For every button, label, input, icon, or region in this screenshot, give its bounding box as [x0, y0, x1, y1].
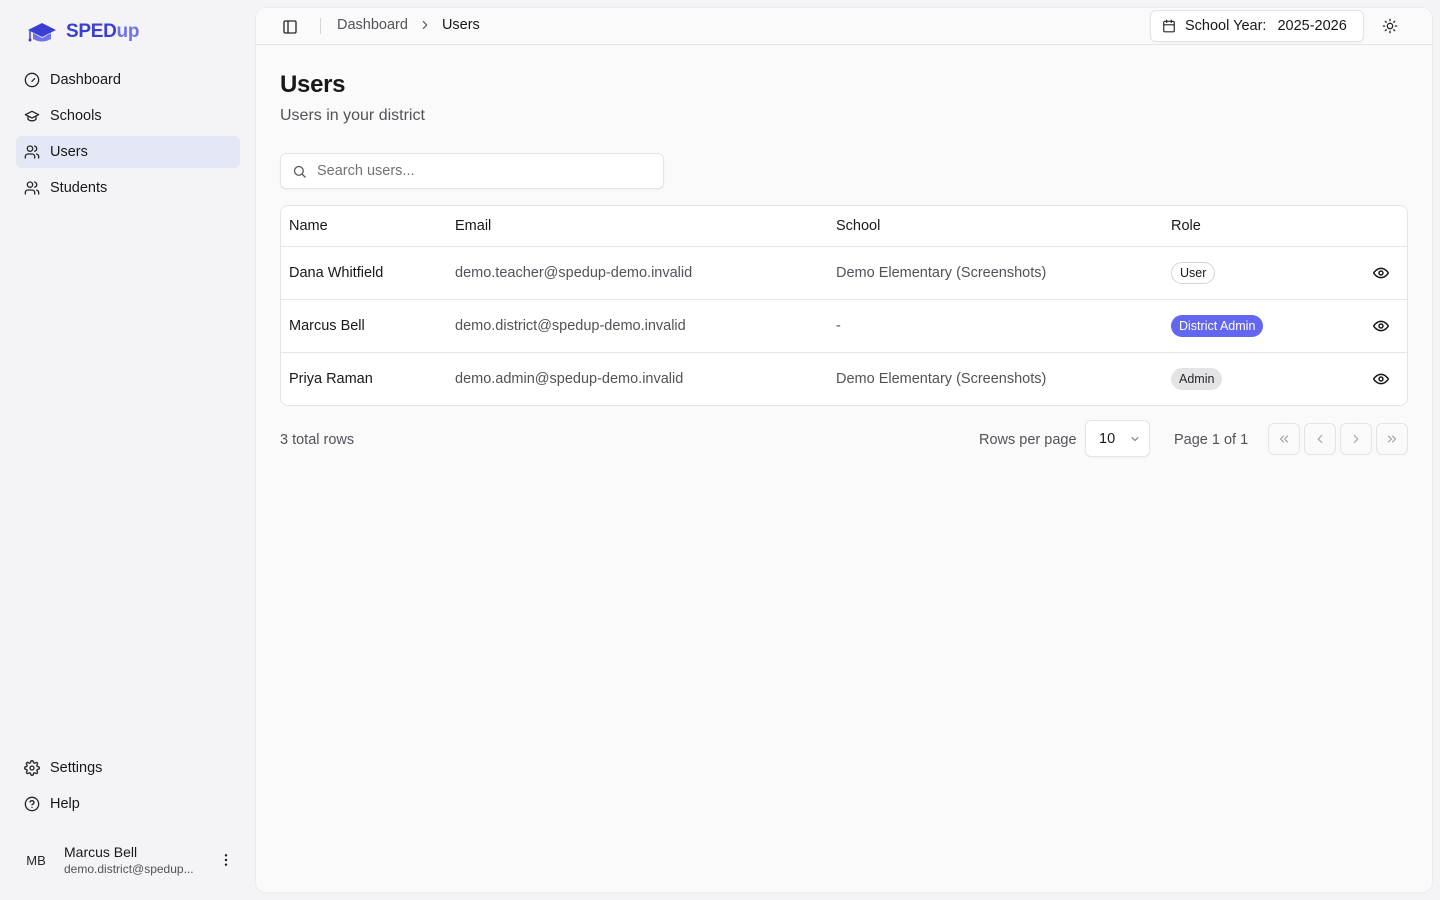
table-row[interactable]: Dana Whitfield demo.teacher@spedup-demo.… — [281, 247, 1407, 300]
rows-per-page-label: Rows per page — [979, 432, 1077, 448]
brand-name: SPEDup — [66, 21, 140, 42]
search-input[interactable] — [317, 163, 647, 179]
sidebar-item-settings[interactable]: Settings — [16, 752, 240, 784]
sidebar: SPEDup Dashboard Schools Users Students — [0, 0, 256, 900]
user-name: Marcus Bell — [64, 843, 138, 860]
previous-page-button[interactable] — [1304, 423, 1336, 455]
page-subtitle: Users in your district — [280, 107, 425, 124]
user-email-cell: demo.district@spedup-demo.invalid — [455, 318, 686, 334]
user-school-cell: Demo Elementary (Screenshots) — [836, 265, 1047, 281]
sidebar-secondary-nav: Settings Help — [16, 752, 240, 824]
sidebar-item-students[interactable]: Students — [16, 172, 240, 204]
sidebar-toggle-icon[interactable] — [280, 17, 300, 37]
sidebar-item-label: Schools — [50, 108, 102, 124]
role-badge: Admin — [1171, 368, 1223, 390]
chevron-left-icon — [1313, 432, 1327, 446]
calendar-icon — [1162, 19, 1176, 33]
sidebar-item-label: Students — [50, 180, 108, 196]
chevrons-left-icon — [1277, 432, 1291, 446]
table-row[interactable]: Marcus Bell demo.district@spedup-demo.in… — [281, 300, 1407, 353]
user-email-cell: demo.teacher@spedup-demo.invalid — [455, 265, 693, 281]
role-badge: District Admin — [1171, 315, 1264, 337]
column-header-school[interactable]: School — [836, 218, 880, 234]
eye-icon[interactable] — [1373, 371, 1389, 387]
chevrons-right-icon — [1385, 432, 1399, 446]
column-header-name[interactable]: Name — [289, 218, 328, 234]
role-badge: User — [1171, 262, 1216, 284]
page-info: Page 1 of 1 — [1174, 432, 1249, 448]
divider — [320, 18, 321, 34]
sidebar-item-dashboard[interactable]: Dashboard — [16, 64, 240, 96]
chevron-right-icon — [1349, 432, 1363, 446]
sun-icon[interactable] — [1380, 16, 1400, 36]
rows-per-page-value: 10 — [1099, 430, 1116, 447]
gear-icon — [24, 760, 40, 776]
chevron-down-icon — [1129, 433, 1141, 445]
rows-per-page-select[interactable]: 10 — [1085, 420, 1150, 457]
column-header-email[interactable]: Email — [455, 218, 491, 234]
graduation-cap-icon — [24, 108, 40, 124]
school-year-value: 2025-2026 — [1277, 18, 1347, 34]
user-profile[interactable]: MB Marcus Bell demo.district@spedup... — [16, 836, 240, 884]
breadcrumb: Dashboard Users — [337, 17, 480, 33]
breadcrumb-dashboard-link[interactable]: Dashboard — [337, 17, 408, 33]
first-page-button[interactable] — [1268, 423, 1300, 455]
sidebar-item-help[interactable]: Help — [16, 788, 240, 820]
user-school-cell: Demo Elementary (Screenshots) — [836, 371, 1047, 387]
user-email-cell: demo.admin@spedup-demo.invalid — [455, 371, 684, 387]
users-icon — [24, 144, 40, 160]
sidebar-item-label: Users — [50, 144, 88, 160]
table-header: Name Email School Role — [281, 206, 1407, 247]
sidebar-item-label: Help — [50, 796, 80, 812]
last-page-button[interactable] — [1376, 423, 1408, 455]
breadcrumb-current: Users — [441, 17, 480, 33]
users-icon — [24, 180, 40, 196]
table-row[interactable]: Priya Raman demo.admin@spedup-demo.inval… — [281, 353, 1407, 405]
sidebar-item-users[interactable]: Users — [16, 136, 240, 168]
user-name-cell: Priya Raman — [289, 371, 373, 387]
search-icon — [292, 164, 307, 179]
top-bar: Dashboard Users School Year: 2025-2026 — [256, 8, 1432, 45]
sidebar-nav: Dashboard Schools Users Students — [16, 64, 240, 208]
users-table: Name Email School Role Dana Whitfield de… — [280, 205, 1408, 406]
total-rows-label: 3 total rows — [280, 432, 355, 448]
sidebar-item-label: Settings — [50, 760, 103, 776]
user-name-cell: Dana Whitfield — [289, 265, 384, 281]
gauge-icon — [24, 72, 40, 88]
logo[interactable]: SPEDup — [24, 18, 139, 46]
page-title: Users — [280, 71, 346, 98]
next-page-button[interactable] — [1340, 423, 1372, 455]
avatar: MB — [26, 852, 46, 868]
chevron-right-icon — [418, 18, 432, 32]
sidebar-item-label: Dashboard — [50, 72, 121, 88]
graduation-cap-logo-icon — [28, 23, 56, 42]
main-panel: Dashboard Users School Year: 2025-2026 U… — [256, 8, 1432, 892]
user-email: demo.district@spedup... — [64, 861, 194, 876]
user-school-cell: - — [836, 318, 841, 334]
user-name-cell: Marcus Bell — [289, 318, 365, 334]
eye-icon[interactable] — [1373, 265, 1389, 281]
search-box[interactable] — [280, 153, 664, 189]
sidebar-item-schools[interactable]: Schools — [16, 100, 240, 132]
school-year-selector[interactable]: School Year: 2025-2026 — [1150, 10, 1364, 42]
more-vertical-icon[interactable] — [216, 850, 236, 870]
eye-icon[interactable] — [1373, 318, 1389, 334]
school-year-label: School Year: — [1185, 18, 1267, 34]
column-header-role[interactable]: Role — [1171, 218, 1201, 234]
user-info: Marcus Bell demo.district@spedup... — [64, 844, 216, 877]
help-circle-icon — [24, 796, 40, 812]
